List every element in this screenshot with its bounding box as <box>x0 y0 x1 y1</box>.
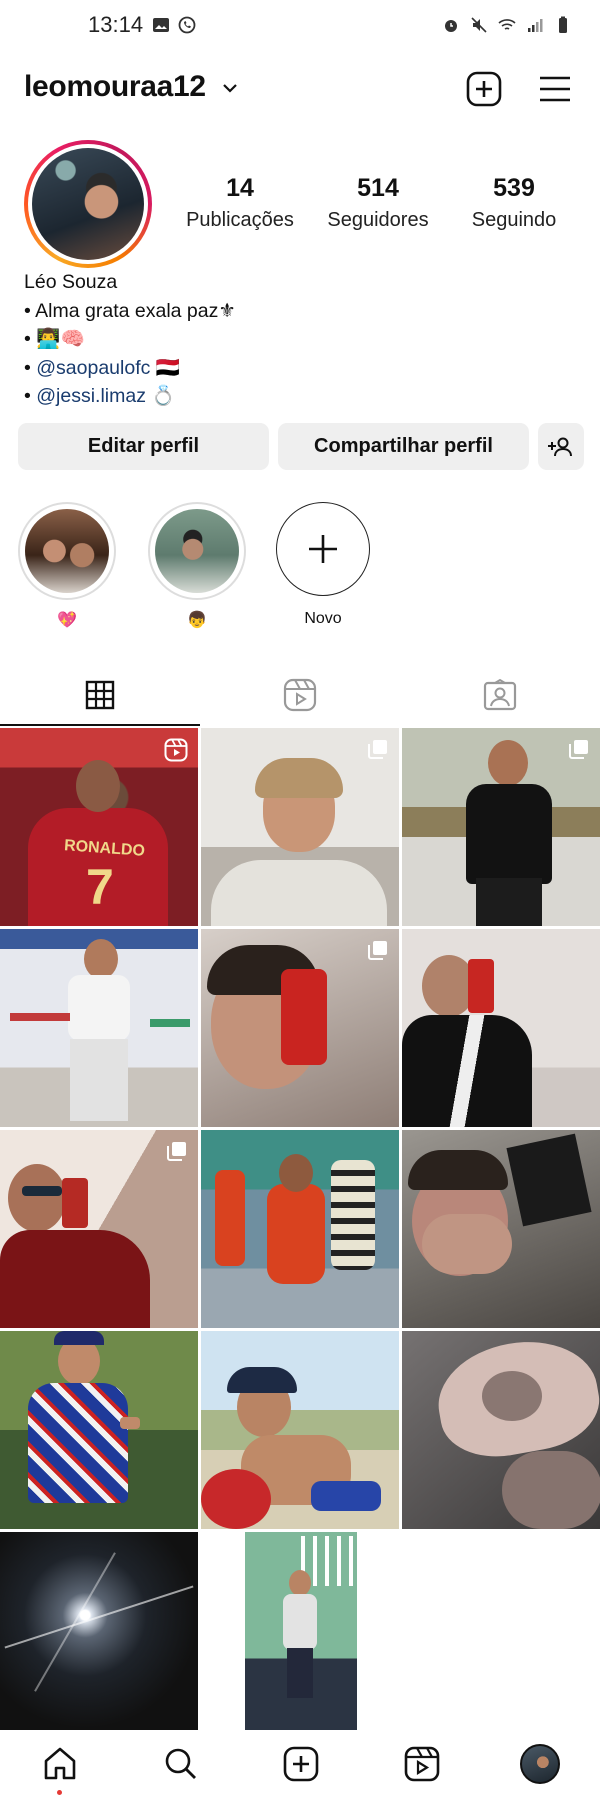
tab-active-indicator <box>0 724 200 726</box>
post-thumbnail[interactable] <box>245 1532 357 1730</box>
bio-line: • 👨‍💻🧠 <box>24 328 85 350</box>
profile-tabs <box>0 664 600 726</box>
bio-line: • @saopaulofc 🇾🇪 <box>24 356 181 379</box>
highlight-label: 👦 <box>187 612 207 629</box>
profile-name: Léo Souza <box>24 271 118 293</box>
stat-following[interactable]: 539 Seguindo <box>439 174 589 232</box>
post-thumbnail[interactable] <box>0 1130 198 1328</box>
selfie-photo <box>155 509 239 593</box>
signal-icon <box>528 19 543 32</box>
post-thumbnail[interactable] <box>402 1331 600 1529</box>
reels-icon <box>283 678 317 712</box>
wifi-icon <box>498 19 516 30</box>
new-highlight-button[interactable] <box>276 502 370 596</box>
profile-avatar[interactable] <box>24 140 152 268</box>
mention-link[interactable]: @jessi.limaz <box>36 385 146 407</box>
carousel-badge-icon <box>368 941 387 960</box>
home-icon[interactable] <box>40 1744 80 1784</box>
post-thumbnail[interactable] <box>0 1532 198 1730</box>
username[interactable]: leomouraa12 <box>24 70 206 104</box>
bio: Léo Souza • Alma grata exala paz⚜ • 👨‍💻🧠… <box>24 268 236 411</box>
story-highlight[interactable] <box>18 502 116 600</box>
story-highlight[interactable] <box>148 502 246 600</box>
post-thumbnail[interactable] <box>201 1130 399 1328</box>
status-bar: 13:14 <box>0 0 600 52</box>
profile-header: leomouraa12 <box>0 62 600 114</box>
carousel-badge-icon <box>368 740 387 759</box>
stat-number: 14 <box>226 174 254 202</box>
carousel-badge-icon <box>167 1142 186 1161</box>
avatar-photo <box>32 148 144 260</box>
post-thumbnail[interactable] <box>402 1130 600 1328</box>
whatsapp-icon <box>178 16 196 34</box>
search-icon[interactable] <box>161 1744 201 1784</box>
edit-profile-button[interactable]: Editar perfil <box>18 423 269 470</box>
add-person-icon <box>548 437 572 456</box>
post-thumbnail[interactable] <box>201 728 399 926</box>
image-icon <box>153 18 169 32</box>
post-thumbnail[interactable]: RONALDO 7 <box>0 728 198 926</box>
profile-avatar[interactable] <box>520 1744 560 1784</box>
post-thumbnail[interactable] <box>0 929 198 1127</box>
stat-posts[interactable]: 14 Publicações <box>165 174 315 232</box>
battery-icon <box>559 16 567 33</box>
new-post-icon[interactable] <box>465 70 503 108</box>
menu-icon[interactable] <box>536 70 574 108</box>
create-icon[interactable] <box>281 1744 321 1784</box>
mention-link[interactable]: @saopaulofc <box>36 357 150 379</box>
bio-line: • @jessi.limaz 💍 <box>24 385 176 407</box>
couple-photo <box>25 509 109 593</box>
bio-line: • Alma grata exala paz⚜ <box>24 299 236 322</box>
stat-followers[interactable]: 514 Seguidores <box>303 174 453 232</box>
post-thumbnail[interactable] <box>201 929 399 1127</box>
tab-reels[interactable] <box>200 664 400 726</box>
stat-label: Seguindo <box>471 209 557 231</box>
highlight-label: Novo <box>304 610 342 627</box>
post-thumbnail[interactable] <box>402 728 600 926</box>
stat-label: Seguidores <box>327 209 429 231</box>
post-thumbnail[interactable] <box>0 1331 198 1529</box>
tagged-icon <box>483 678 517 711</box>
post-thumbnail[interactable] <box>402 929 600 1127</box>
alarm-icon <box>445 20 457 32</box>
reel-badge-icon <box>164 738 188 762</box>
tab-tagged[interactable] <box>400 664 600 726</box>
plus-icon <box>308 534 337 563</box>
status-time: 13:14 <box>88 12 144 37</box>
stat-label: Publicações <box>186 209 294 231</box>
mute-icon <box>471 17 487 33</box>
notification-dot <box>57 1790 62 1795</box>
post-thumbnail[interactable] <box>201 1331 399 1529</box>
stat-number: 539 <box>493 174 535 202</box>
highlight-label: 💖 <box>57 612 77 629</box>
chevron-down-icon[interactable] <box>222 82 238 94</box>
stat-number: 514 <box>357 174 399 202</box>
tab-grid[interactable] <box>0 664 200 726</box>
share-profile-button[interactable]: Compartilhar perfil <box>278 423 529 470</box>
carousel-badge-icon <box>569 740 588 759</box>
bottom-navigation <box>0 1730 600 1800</box>
reels-icon[interactable] <box>402 1744 442 1784</box>
grid-icon <box>85 680 115 710</box>
discover-people-button[interactable] <box>538 423 584 470</box>
